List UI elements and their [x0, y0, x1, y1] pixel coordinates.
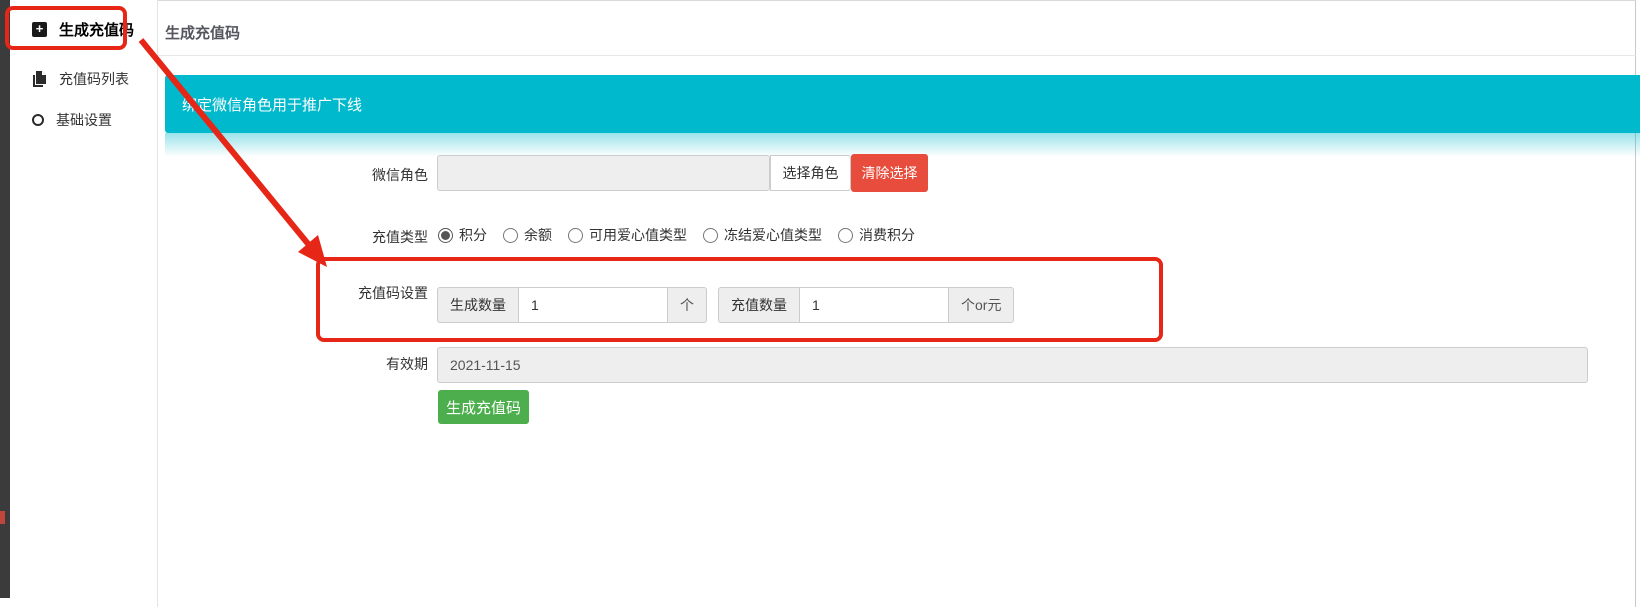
wechat-bind-banner: 绑定微信角色用于推广下线 [165, 75, 1640, 133]
sidebar-item-code-list[interactable]: 充值码列表 [10, 61, 157, 97]
recharge-type-options: 积分 余额 可用爱心值类型 冻结爱心值类型 消费积分 [438, 219, 915, 251]
generate-qty-unit: 个 [668, 287, 707, 323]
sidebar: + 生成充值码 充值码列表 基础设置 [10, 0, 158, 607]
recharge-qty-addon: 充值数量 [718, 287, 799, 323]
generate-qty-input[interactable] [518, 287, 668, 323]
window-left-edge [0, 0, 10, 598]
recharge-type-radio-0[interactable] [438, 228, 453, 243]
title-divider [158, 55, 1636, 56]
select-role-button[interactable]: 选择角色 [770, 155, 851, 191]
validity-label: 有效期 [300, 354, 428, 374]
generate-qty-addon: 生成数量 [437, 287, 518, 323]
validity-input[interactable] [437, 347, 1588, 383]
radio-option-points[interactable]: 积分 [438, 225, 487, 245]
banner-text: 绑定微信角色用于推广下线 [182, 94, 362, 115]
recharge-type-radio-4[interactable] [838, 228, 853, 243]
copy-icon [32, 71, 47, 87]
recharge-qty-group: 充值数量 个or元 [718, 287, 1014, 323]
left-edge-red-mark [0, 511, 5, 524]
sidebar-item-label: 生成充值码 [59, 19, 134, 40]
radio-option-frozen-love[interactable]: 冻结爱心值类型 [703, 225, 822, 245]
page-title: 生成充值码 [165, 22, 240, 43]
recharge-type-radio-1[interactable] [503, 228, 518, 243]
recharge-type-label: 充值类型 [300, 227, 428, 247]
wechat-role-input[interactable] [437, 155, 770, 191]
recharge-qty-input[interactable] [799, 287, 949, 323]
recharge-type-radio-3[interactable] [703, 228, 718, 243]
radio-option-available-love[interactable]: 可用爱心值类型 [568, 225, 687, 245]
wechat-role-label: 微信角色 [300, 165, 428, 185]
sidebar-item-basic-settings[interactable]: 基础设置 [10, 102, 157, 138]
sidebar-item-label: 充值码列表 [59, 69, 129, 89]
generate-qty-group: 生成数量 个 [437, 287, 707, 323]
plus-square-icon: + [32, 22, 47, 37]
generate-code-button[interactable]: 生成充值码 [438, 390, 529, 424]
radio-option-balance[interactable]: 余额 [503, 225, 552, 245]
circle-icon [32, 114, 44, 126]
recharge-type-radio-2[interactable] [568, 228, 583, 243]
code-settings-label: 充值码设置 [300, 283, 428, 303]
radio-option-consume-points[interactable]: 消费积分 [838, 225, 915, 245]
recharge-qty-unit: 个or元 [949, 287, 1014, 323]
sidebar-item-generate-code[interactable]: + 生成充值码 [10, 11, 157, 47]
sidebar-item-label: 基础设置 [56, 110, 112, 130]
clear-selection-button[interactable]: 清除选择 [851, 154, 928, 192]
